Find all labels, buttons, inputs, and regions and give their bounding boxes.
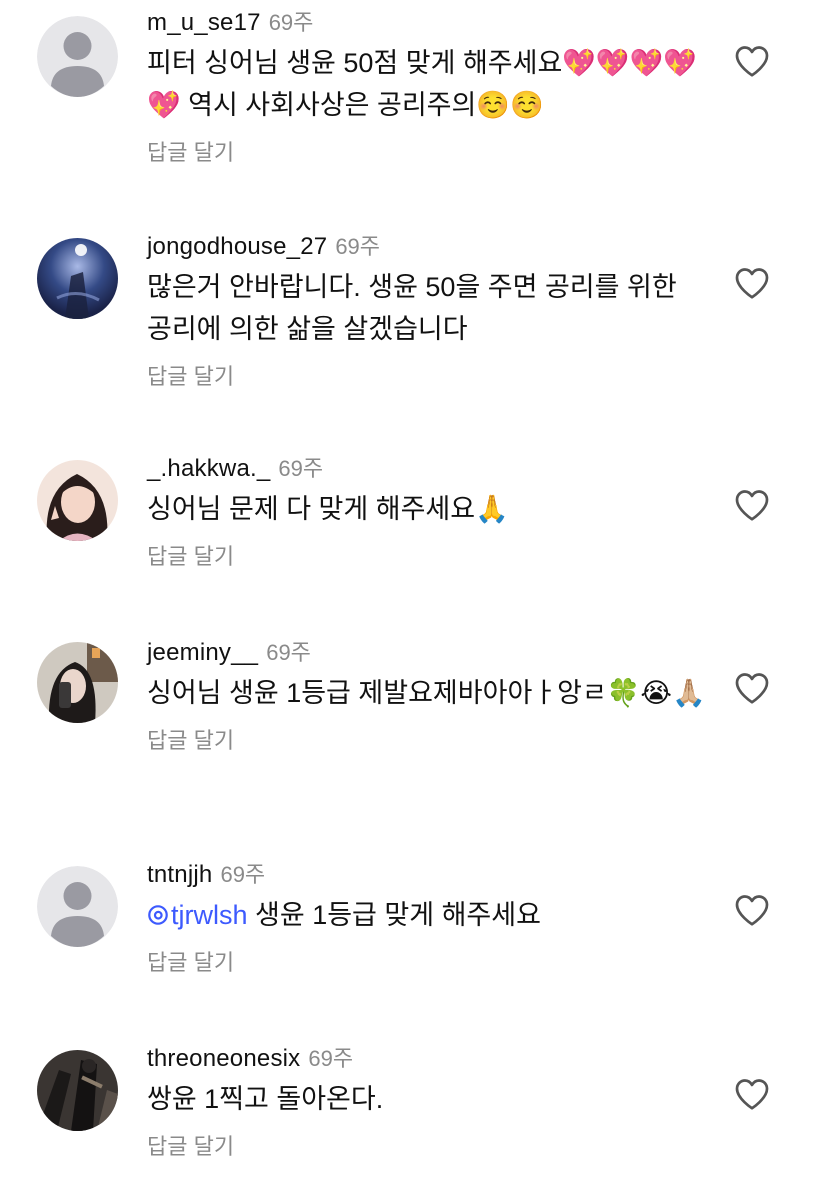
timestamp: 69주 <box>308 1046 354 1071</box>
heart-outline-icon[interactable] <box>734 893 770 927</box>
comment-meta: jeeminy__ 69주 <box>147 634 715 672</box>
timestamp: 69주 <box>220 862 266 887</box>
comment-meta: threoneonesix 69주 <box>147 1040 715 1078</box>
avatar[interactable] <box>37 1050 118 1131</box>
heart-outline-icon[interactable] <box>734 488 770 522</box>
avatar[interactable] <box>37 642 118 723</box>
comment-body: _.hakkwa._ 69주 싱어님 문제 다 맞게 해주세요🙏 답글 달기 <box>147 450 715 574</box>
timestamp: 69주 <box>278 456 324 481</box>
comment-meta: tntnjjh 69주 <box>147 856 715 894</box>
reply-button[interactable]: 답글 달기 <box>147 724 715 758</box>
comment-meta: jongodhouse_27 69주 <box>147 228 715 266</box>
avatar[interactable] <box>37 238 118 319</box>
comment-meta: m_u_se17 69주 <box>147 4 715 42</box>
threads-at-icon <box>148 905 168 925</box>
avatar[interactable] <box>37 866 118 947</box>
comment-body: jeeminy__ 69주 싱어님 생윤 1등급 제발요제바아아ㅏ앙ㄹ🍀😭🙏🏼 답… <box>147 634 715 758</box>
default-avatar-icon <box>37 866 118 947</box>
mention-username: tjrwlsh <box>171 900 248 930</box>
comment-body: m_u_se17 69주 피터 싱어님 생윤 50점 맞게 해주세요💖💖💖💖💖 역… <box>147 4 715 170</box>
comment-meta: _.hakkwa._ 69주 <box>147 450 715 488</box>
avatar[interactable] <box>37 16 118 97</box>
username[interactable]: threoneonesix <box>147 1045 300 1072</box>
heart-outline-icon[interactable] <box>734 266 770 300</box>
username[interactable]: jeeminy__ <box>147 639 258 666</box>
comment-body: jongodhouse_27 69주 많은거 안바랍니다. 생윤 50을 주면 공… <box>147 228 715 394</box>
timestamp: 69주 <box>266 640 311 665</box>
timestamp: 69주 <box>335 234 381 259</box>
username[interactable]: tntnjjh <box>147 861 212 888</box>
default-avatar-icon <box>37 16 118 97</box>
comment-text: tjrwlsh 생윤 1등급 맞게 해주세요 <box>147 894 715 936</box>
comment-text: 많은거 안바랍니다. 생윤 50을 주면 공리를 위한 공리에 의한 삶을 살겠… <box>147 272 677 344</box>
heart-outline-icon[interactable] <box>734 1077 770 1111</box>
comment-text: 피터 싱어님 생윤 50점 맞게 해주세요💖💖💖💖💖 역시 사회사상은 공리주의… <box>147 48 697 120</box>
reply-button[interactable]: 답글 달기 <box>147 136 715 170</box>
comment-text: 싱어님 생윤 1등급 제발요제바아아ㅏ앙ㄹ🍀😭🙏🏼 <box>147 678 706 708</box>
reply-button[interactable]: 답글 달기 <box>147 946 715 980</box>
photo-avatar-icon <box>37 460 118 541</box>
reply-button[interactable]: 답글 달기 <box>147 1130 715 1164</box>
reply-button[interactable]: 답글 달기 <box>147 540 715 574</box>
comment-text: 싱어님 문제 다 맞게 해주세요🙏 <box>147 494 509 524</box>
photo-avatar-icon <box>37 238 118 319</box>
timestamp: 69주 <box>268 10 314 35</box>
comment-text: 쌍윤 1찍고 돌아온다. <box>147 1084 384 1114</box>
comment-body: tntnjjh 69주 tjrwlsh 생윤 1등급 맞게 해주세요 답글 달기 <box>147 856 715 980</box>
comment-body: threoneonesix 69주 쌍윤 1찍고 돌아온다. 답글 달기 <box>147 1040 715 1164</box>
comment-text-rest: 생윤 1등급 맞게 해주세요 <box>247 900 541 930</box>
username[interactable]: m_u_se17 <box>147 9 261 36</box>
heart-outline-icon[interactable] <box>734 44 770 78</box>
avatar[interactable] <box>37 460 118 541</box>
heart-outline-icon[interactable] <box>734 671 770 705</box>
photo-avatar-icon <box>37 1050 118 1131</box>
username[interactable]: _.hakkwa._ <box>147 455 270 482</box>
photo-avatar-icon <box>37 642 118 723</box>
username[interactable]: jongodhouse_27 <box>147 233 327 260</box>
user-mention[interactable]: tjrwlsh <box>147 900 248 930</box>
reply-button[interactable]: 답글 달기 <box>147 360 715 394</box>
